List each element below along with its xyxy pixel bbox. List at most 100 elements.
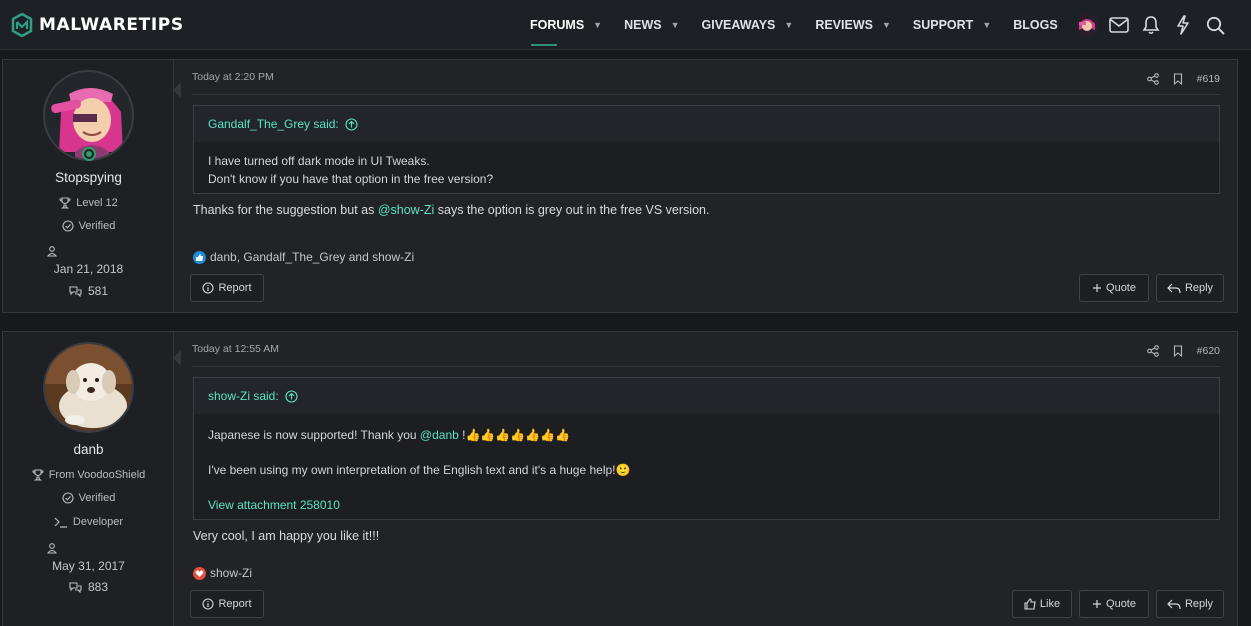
message-count: 883 — [3, 580, 174, 594]
online-status-indicator — [82, 147, 96, 161]
post-number[interactable]: #620 — [1197, 345, 1220, 357]
report-button[interactable]: Report — [190, 590, 264, 618]
reply-icon — [1167, 283, 1181, 293]
nav-reviews[interactable]: REVIEWS ▼ — [804, 0, 902, 50]
quote-content: Japanese is now supported! Thank you @da… — [194, 414, 1219, 514]
chevron-down-icon[interactable]: ▼ — [982, 20, 991, 30]
nav-forums[interactable]: FORUMS ▼ — [519, 0, 613, 50]
info-circle-icon — [202, 282, 215, 294]
thumbs-up-emoji-icon: 👍👍👍👍👍👍👍 — [465, 428, 571, 442]
quote-button-label: Quote — [1106, 282, 1136, 294]
post-620: danb From VoodooShield Verified Develope… — [2, 331, 1238, 626]
share-icon — [1146, 73, 1159, 85]
nav-reviews-label: REVIEWS — [815, 18, 873, 32]
nav-blogs-label: BLOGS — [1013, 18, 1058, 32]
nav-support[interactable]: SUPPORT ▼ — [902, 0, 1002, 50]
bookmark-button[interactable] — [1173, 73, 1183, 85]
inbox-button[interactable] — [1106, 12, 1132, 38]
user-mention[interactable]: @show-Zi — [378, 203, 434, 217]
nav-forums-label: FORUMS — [530, 18, 585, 32]
alerts-button[interactable] — [1138, 12, 1164, 38]
comments-icon — [69, 286, 82, 298]
top-navigation-bar: MALWARETIPS FORUMS ▼ NEWS ▼ GIVEAWAYS ▼ REV… — [0, 0, 1251, 50]
bell-icon — [1142, 15, 1160, 34]
chevron-down-icon[interactable]: ▼ — [784, 20, 793, 30]
post-header-divider — [192, 94, 1220, 95]
quote-content: I have turned off dark mode in UI Tweaks… — [194, 142, 1219, 188]
attachment-link[interactable]: View attachment 258010 — [208, 496, 1205, 514]
search-button[interactable] — [1202, 12, 1228, 38]
post-date[interactable]: Today at 2:20 PM — [192, 71, 274, 83]
reactions-bar[interactable]: show-Zi — [193, 566, 252, 580]
user-mention[interactable]: @danb — [420, 428, 459, 442]
user-banner-developer: Developer — [3, 516, 174, 528]
avatar-image — [45, 344, 132, 431]
nav-giveaways[interactable]: GIVEAWAYS ▼ — [691, 0, 805, 50]
post-619: Stopspying Level 12 Verified Jan 21, 201… — [2, 59, 1238, 313]
message-count-value: 883 — [87, 580, 109, 594]
reply-button[interactable]: Reply — [1156, 274, 1224, 302]
quote-author[interactable]: Gandalf_The_Grey said: — [194, 106, 1219, 142]
chevron-down-icon[interactable]: ▼ — [882, 20, 891, 30]
quote-text: I've been using my own interpretation of… — [208, 463, 616, 477]
nav-blogs[interactable]: BLOGS — [1002, 0, 1068, 50]
quote-line: I have turned off dark mode in UI Tweaks… — [208, 154, 430, 168]
username[interactable]: danb — [3, 442, 174, 457]
chevron-down-icon[interactable]: ▼ — [593, 20, 602, 30]
nav-giveaways-label: GIVEAWAYS — [701, 18, 776, 32]
like-button[interactable]: Like — [1012, 590, 1072, 618]
message-count-value: 581 — [87, 284, 109, 298]
post-message: Very cool, I am happy you like it!!! — [193, 529, 380, 543]
report-button[interactable]: Report — [190, 274, 264, 302]
username[interactable]: Stopspying — [3, 170, 174, 185]
reactions-bar[interactable]: danb, Gandalf_The_Grey and show-Zi — [193, 250, 414, 264]
avatar[interactable] — [43, 342, 134, 433]
envelope-icon — [1109, 17, 1129, 33]
quote-button-label: Quote — [1106, 598, 1136, 610]
user-banner-verified: Verified — [3, 492, 174, 504]
nav-news[interactable]: NEWS ▼ — [613, 0, 690, 50]
post-user-panel: Stopspying Level 12 Verified Jan 21, 201… — [3, 60, 181, 312]
post-message: Thanks for the suggestion but as @show-Z… — [193, 203, 709, 217]
main-nav: FORUMS ▼ NEWS ▼ GIVEAWAYS ▼ REVIEWS ▼ SUPPOR… — [519, 0, 1069, 50]
bookmark-button[interactable] — [1173, 345, 1183, 357]
share-icon — [1146, 345, 1159, 357]
message-count: 581 — [3, 284, 174, 298]
user-banner-verified-label: Verified — [78, 220, 116, 232]
share-button[interactable] — [1146, 73, 1159, 85]
post-number[interactable]: #619 — [1197, 73, 1220, 85]
user-banner-staff-label: From VoodooShield — [48, 469, 146, 481]
brand-name: MALWARETIPS — [39, 15, 184, 35]
quote-button[interactable]: Quote — [1079, 590, 1149, 618]
account-avatar-button[interactable] — [1074, 12, 1100, 38]
info-circle-icon — [202, 598, 215, 610]
person-icon — [47, 246, 57, 257]
joined-date: May 31, 2017 — [52, 559, 125, 573]
reply-button-label: Reply — [1184, 598, 1214, 610]
user-banner-level-label: Level 12 — [76, 197, 118, 209]
quote-block: Gandalf_The_Grey said: I have turned off… — [193, 105, 1220, 194]
account-icons — [1074, 12, 1234, 38]
check-circle-icon — [62, 492, 74, 504]
like-reaction-icon — [193, 250, 206, 264]
reactions-users: danb, Gandalf_The_Grey and show-Zi — [210, 250, 415, 264]
user-banner-level: Level 12 — [3, 197, 174, 209]
reply-button[interactable]: Reply — [1156, 590, 1224, 618]
chevron-down-icon[interactable]: ▼ — [671, 20, 680, 30]
post-date[interactable]: Today at 12:55 AM — [192, 343, 279, 355]
site-logo[interactable]: MALWARETIPS — [11, 13, 184, 37]
joined-date: Jan 21, 2018 — [53, 262, 124, 276]
quote-block: show-Zi said: Japanese is now supported!… — [193, 377, 1220, 520]
love-reaction-icon — [193, 566, 206, 580]
whats-new-button[interactable] — [1170, 12, 1196, 38]
arrow-up-circle-icon — [285, 389, 298, 403]
bolt-icon — [1177, 15, 1189, 35]
reactions-users: show-Zi — [210, 566, 253, 580]
quote-line: Don't know if you have that option in th… — [208, 172, 494, 186]
share-button[interactable] — [1146, 345, 1159, 357]
check-circle-icon — [62, 220, 74, 232]
user-avatar-icon — [1076, 14, 1098, 36]
quote-author[interactable]: show-Zi said: — [194, 378, 1219, 414]
terminal-icon — [54, 517, 67, 528]
quote-button[interactable]: Quote — [1079, 274, 1149, 302]
